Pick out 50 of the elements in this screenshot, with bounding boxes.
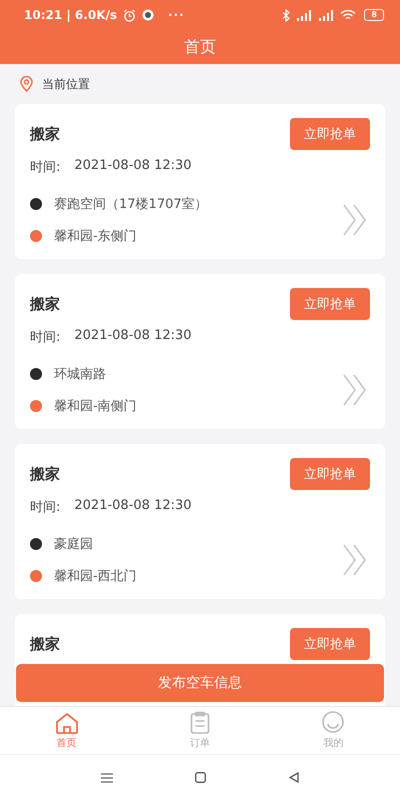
menu-icon[interactable] <box>101 772 114 782</box>
bluetooth-icon <box>282 8 290 22</box>
start-address: 赛跑空间（17楼1707室） <box>54 196 208 213</box>
order-card[interactable]: 搬家 立即抢单 时间: 2021-08-08 12:30 环城南路 馨和园-南侧门 <box>15 274 385 429</box>
grab-order-button[interactable]: 立即抢单 <box>290 288 370 320</box>
order-type: 搬家 <box>30 464 60 484</box>
location-pin-icon <box>20 76 33 92</box>
wifi-icon <box>340 9 356 21</box>
location-label: 当前位置 <box>42 76 90 92</box>
tab-item[interactable]: 订单 <box>133 707 267 754</box>
home-square-icon[interactable] <box>195 772 206 783</box>
grab-order-button[interactable]: 立即抢单 <box>290 118 370 150</box>
time-label: 时间: <box>30 499 60 516</box>
order-card[interactable]: 搬家 立即抢单 时间: 2021-08-08 12:30 豪庭园 馨和园-西北门 <box>15 444 385 599</box>
end-dot-icon <box>30 230 42 242</box>
order-time: 2021-08-08 12:30 <box>74 328 192 345</box>
order-type: 搬家 <box>30 124 60 144</box>
home-icon <box>54 712 79 734</box>
back-icon[interactable] <box>288 772 299 783</box>
tab-item[interactable]: 首页 <box>0 707 134 754</box>
grab-order-button[interactable]: 立即抢单 <box>290 458 370 490</box>
end-dot-icon <box>30 400 42 412</box>
order-card[interactable]: 搬家 立即抢单 时间: 2021-08-08 12:30 赛跑空间（17楼1707室） 馨和园-东侧门 <box>15 104 385 259</box>
end-dot-icon <box>30 570 42 582</box>
page-title: 首页 <box>184 36 216 58</box>
start-dot-icon <box>30 538 42 550</box>
order-time: 2021-08-08 12:30 <box>74 498 192 515</box>
more-notifications: ··· <box>168 8 185 22</box>
app-notification-icon <box>142 9 154 21</box>
order-time: 2021-08-08 12:30 <box>74 158 192 175</box>
start-address: 豪庭园 <box>54 536 93 553</box>
start-dot-icon <box>30 368 42 380</box>
start-address: 环城南路 <box>54 366 106 383</box>
signal-icon <box>318 9 334 21</box>
end-address: 馨和园-西北门 <box>54 568 137 585</box>
time-label: 时间: <box>30 329 60 346</box>
time-label: 时间: <box>30 159 60 176</box>
battery-indicator: 8 <box>364 9 384 21</box>
publish-button[interactable]: 发布空车信息 <box>16 664 384 702</box>
alarm-clock-icon <box>123 8 136 22</box>
start-dot-icon <box>30 198 42 210</box>
order-type: 搬家 <box>30 294 60 314</box>
signal-icon <box>296 9 312 21</box>
order-type: 搬家 <box>30 634 60 654</box>
grab-order-button[interactable]: 立即抢单 <box>290 628 370 660</box>
status-time: 10:21 | 6.0K/s <box>24 8 118 22</box>
end-address: 馨和园-南侧门 <box>54 398 137 415</box>
end-address: 馨和园-东侧门 <box>54 228 137 245</box>
clipboard-icon <box>190 711 210 734</box>
tab-item[interactable]: 我的 <box>266 707 400 754</box>
